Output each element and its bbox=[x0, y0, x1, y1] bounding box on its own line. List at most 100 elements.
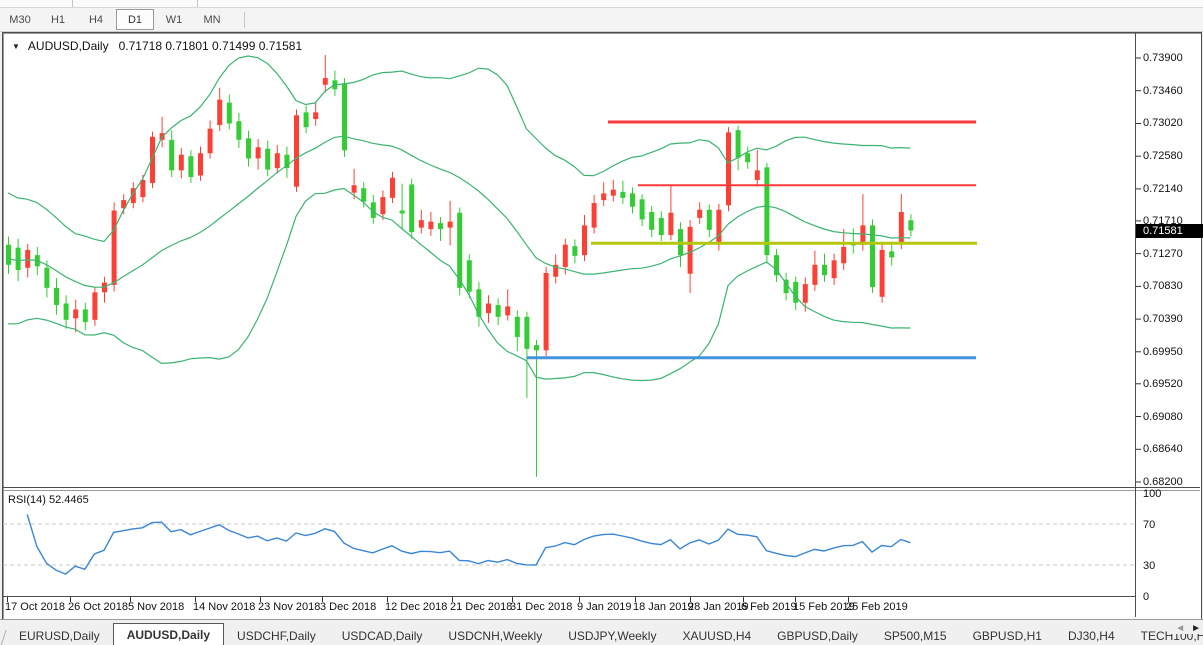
candle-body bbox=[448, 222, 453, 228]
candle-body bbox=[361, 188, 366, 201]
candle-body bbox=[352, 185, 357, 192]
candle-body bbox=[544, 273, 549, 350]
candle-body bbox=[150, 137, 155, 183]
candle-body bbox=[390, 178, 395, 198]
date-axis-label: 12 Dec 2018 bbox=[385, 601, 447, 613]
candle-body bbox=[812, 265, 817, 285]
candle-body bbox=[524, 317, 529, 349]
candle-body bbox=[112, 210, 117, 284]
candle-body bbox=[486, 303, 491, 313]
main-pane[interactable] bbox=[6, 55, 977, 477]
candle-body bbox=[582, 225, 587, 255]
candle-body bbox=[630, 193, 635, 206]
price-axis-label: 0.69950 bbox=[1143, 346, 1201, 358]
price-axis-label: 0.68640 bbox=[1143, 443, 1201, 455]
price-axis-label: 0.73020 bbox=[1143, 117, 1201, 129]
candle-body bbox=[697, 210, 702, 218]
candle-body bbox=[659, 218, 664, 235]
chevron-down-icon[interactable]: ▼ bbox=[12, 42, 20, 51]
rsi-pane[interactable] bbox=[3, 514, 1134, 574]
candle-body bbox=[419, 220, 424, 227]
chart-ohlc-values: 0.71718 0.71801 0.71499 0.71581 bbox=[119, 39, 303, 53]
candle-body bbox=[409, 184, 414, 232]
rsi-axis-label: 70 bbox=[1143, 519, 1155, 531]
price-axis-label: 0.69080 bbox=[1143, 411, 1201, 423]
price-axis-label: 0.73460 bbox=[1143, 85, 1201, 97]
date-axis-label: 21 Dec 2018 bbox=[450, 601, 512, 613]
price-axis-label: 0.70390 bbox=[1143, 313, 1201, 325]
candle-body bbox=[592, 203, 597, 228]
chart-title: ▼AUDUSD,Daily0.71718 0.71801 0.71499 0.7… bbox=[12, 39, 302, 53]
candle-body bbox=[793, 282, 798, 303]
price-axis-label: 0.72580 bbox=[1143, 150, 1201, 162]
date-axis-label: 26 Oct 2018 bbox=[68, 601, 128, 613]
candle-body bbox=[640, 199, 645, 219]
current-price-tag: 0.71581 bbox=[1136, 224, 1203, 238]
candle-body bbox=[467, 260, 472, 291]
candle-body bbox=[515, 317, 520, 337]
candle-body bbox=[323, 78, 328, 85]
candle-body bbox=[73, 309, 78, 318]
candle-body bbox=[140, 180, 145, 197]
tab-scroll-right-icon[interactable]: ► bbox=[1191, 623, 1201, 634]
candle-body bbox=[832, 260, 837, 278]
candle-body bbox=[256, 147, 261, 158]
candle-body bbox=[572, 246, 577, 256]
candle-body bbox=[601, 193, 606, 200]
candle-body bbox=[476, 289, 481, 317]
date-axis-label: 23 Nov 2018 bbox=[258, 601, 320, 613]
date-axis-label: 9 Jan 2019 bbox=[577, 601, 631, 613]
candle-body bbox=[496, 305, 501, 317]
candle-body bbox=[313, 112, 318, 119]
date-axis-label: 5 Nov 2018 bbox=[128, 601, 184, 613]
candle-body bbox=[736, 130, 741, 158]
candle-body bbox=[83, 309, 88, 322]
date-axis-label: 25 Feb 2019 bbox=[846, 601, 908, 613]
candle-body bbox=[92, 292, 97, 320]
candle-body bbox=[688, 227, 693, 274]
candle-body bbox=[380, 197, 385, 214]
candle-body bbox=[16, 248, 21, 270]
candle-body bbox=[275, 153, 280, 168]
candle-body bbox=[716, 210, 721, 245]
candle-body bbox=[25, 250, 30, 268]
candle-body bbox=[726, 132, 731, 205]
rsi-axis-label: 30 bbox=[1143, 560, 1155, 572]
candle-body bbox=[620, 192, 625, 198]
candle-body bbox=[611, 190, 616, 196]
date-axis-label: 6 Feb 2019 bbox=[741, 601, 797, 613]
candle-body bbox=[880, 250, 885, 297]
price-axis-label: 0.70830 bbox=[1143, 280, 1201, 292]
candle-body bbox=[438, 223, 443, 229]
tab-scroll-left-icon[interactable]: ◄ bbox=[1175, 623, 1185, 634]
rsi-axis-label: 100 bbox=[1143, 488, 1161, 500]
candle-body bbox=[908, 220, 913, 230]
candle-body bbox=[428, 222, 433, 229]
candle-body bbox=[294, 115, 299, 186]
date-axis-label: 18 Jan 2019 bbox=[633, 601, 694, 613]
candle-body bbox=[649, 212, 654, 230]
candle-body bbox=[64, 303, 69, 319]
candle-body bbox=[169, 140, 174, 170]
candle-body bbox=[899, 212, 904, 243]
date-axis-label: 31 Dec 2018 bbox=[510, 601, 572, 613]
candle-body bbox=[227, 103, 232, 124]
tab-scroll-arrows: ◄► bbox=[1171, 623, 1201, 634]
price-axis-label: 0.71270 bbox=[1143, 248, 1201, 260]
candle-body bbox=[505, 306, 510, 315]
candle-body bbox=[400, 210, 405, 213]
rsi-axis-label: 0 bbox=[1143, 591, 1149, 603]
candle-body bbox=[841, 247, 846, 263]
candle-body bbox=[188, 156, 193, 177]
candle-body bbox=[803, 284, 808, 303]
chart-canvas[interactable] bbox=[0, 0, 1203, 645]
candle-body bbox=[236, 121, 241, 140]
candle-body bbox=[822, 265, 827, 275]
candle-body bbox=[54, 288, 59, 305]
candles-layer bbox=[6, 55, 913, 477]
date-axis-label: 3 Dec 2018 bbox=[320, 601, 376, 613]
candle-body bbox=[265, 149, 270, 170]
candle-body bbox=[668, 213, 673, 235]
candle-body bbox=[889, 251, 894, 257]
price-axis-label: 0.68200 bbox=[1143, 476, 1201, 488]
